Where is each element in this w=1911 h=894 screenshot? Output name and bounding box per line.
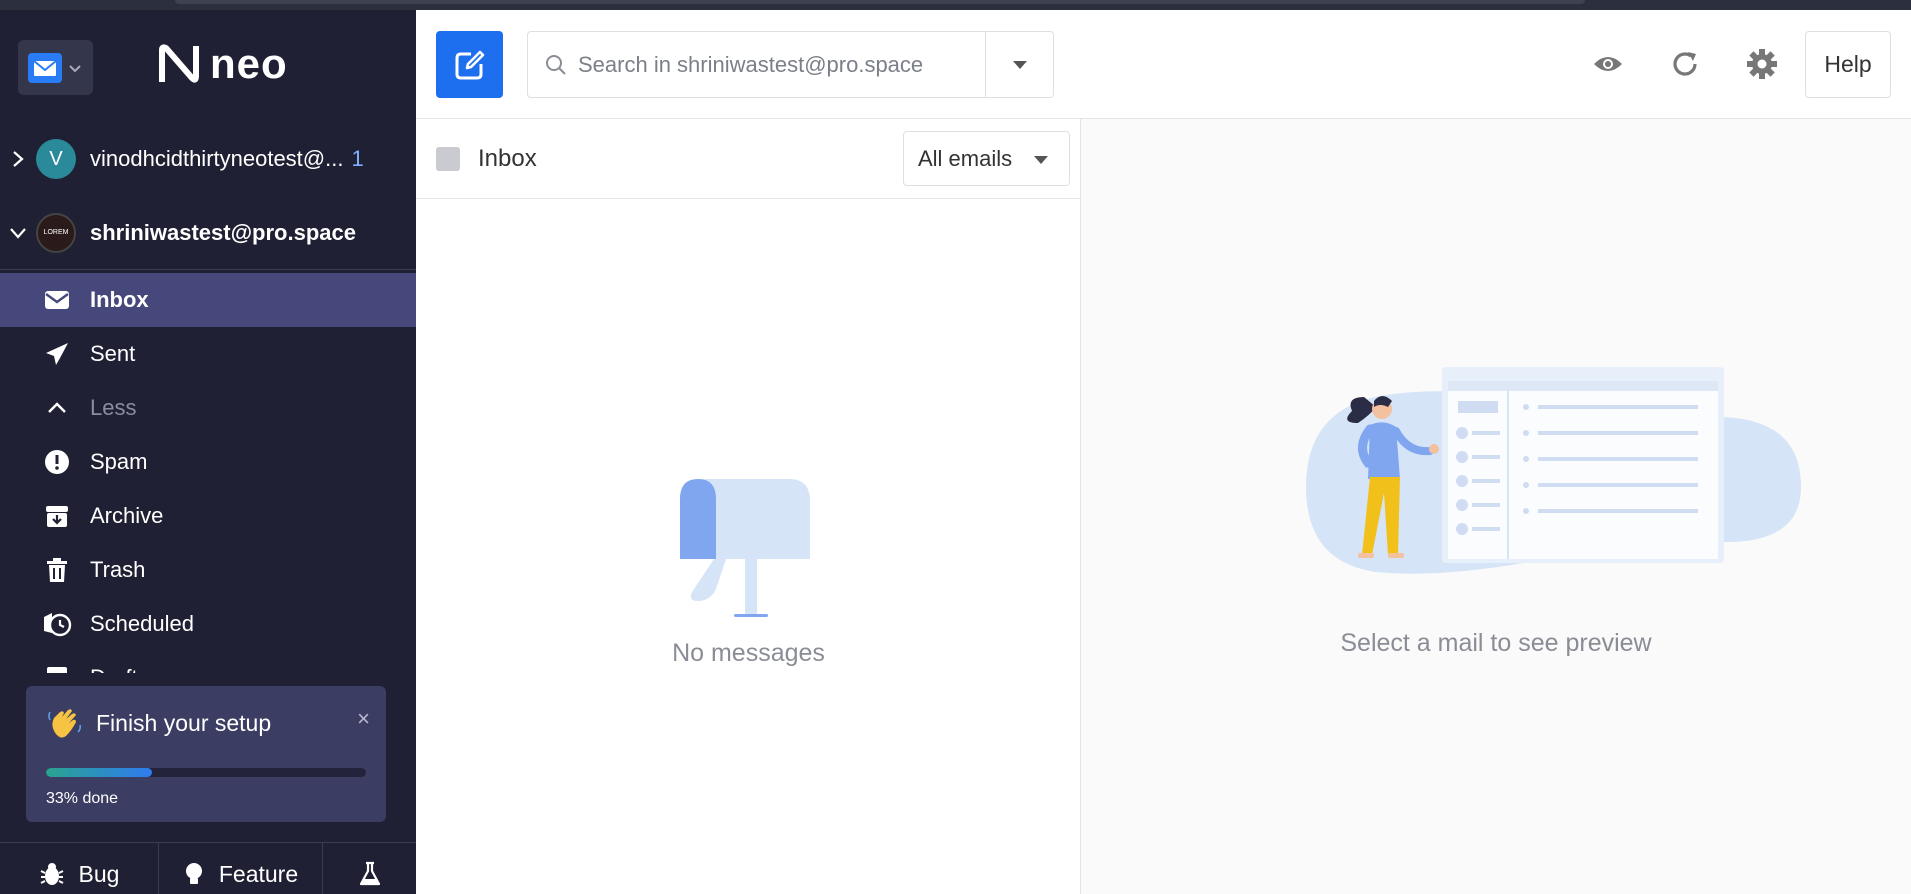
- browser-top-strip: [0, 0, 1911, 10]
- search-input[interactable]: Search in shriniwastest@pro.space: [578, 52, 985, 78]
- empty-list-message: No messages: [672, 639, 825, 667]
- bug-report-button[interactable]: Bug: [0, 843, 159, 894]
- setup-progress-label: 33% done: [46, 790, 119, 807]
- chevron-right-icon: [13, 151, 24, 167]
- account-row-vinodh[interactable]: V vinodhcidthirtyneotest@... 1: [0, 122, 416, 196]
- sidebar-item-drafts[interactable]: Drafts: [0, 651, 416, 673]
- preview-pane: Select a mail to see preview: [1081, 119, 1911, 894]
- app-switcher-button[interactable]: [18, 40, 93, 95]
- search-icon: [546, 54, 566, 75]
- preview-empty-message: Select a mail to see preview: [1340, 629, 1652, 657]
- logo-wordmark: neo: [210, 40, 288, 87]
- chevron-down-icon: [69, 64, 81, 72]
- bug-icon: [40, 863, 63, 885]
- chevron-down-icon: [10, 227, 26, 239]
- gear-icon[interactable]: [1745, 47, 1779, 81]
- sidebar-item-spam[interactable]: Spam: [0, 435, 416, 489]
- folder-list: Inbox Sent Less Spam Archive Trash Sched…: [0, 273, 416, 673]
- archive-icon: [42, 501, 72, 531]
- envelope-icon: [42, 285, 72, 315]
- feature-label: Feature: [218, 860, 299, 887]
- setup-progress-bar: [46, 768, 366, 777]
- sidebar-item-archive[interactable]: Archive: [0, 489, 416, 543]
- clock-icon: [42, 609, 72, 639]
- feedback-bar: Bug Feature: [0, 842, 416, 894]
- exclamation-icon: [42, 447, 72, 477]
- filter-value: All emails: [918, 145, 1013, 171]
- sidebar-item-less[interactable]: Less: [0, 381, 416, 435]
- folder-label: Trash: [90, 557, 146, 582]
- sidebar: neo V vinodhcidthirtyneotest@... 1 LOREM…: [0, 10, 416, 894]
- folder-label: Spam: [90, 449, 148, 474]
- folder-label: Sent: [90, 341, 136, 366]
- mail-list-header: Inbox All emails: [416, 119, 1081, 199]
- setup-progress-fill: [46, 768, 152, 777]
- folder-label: Scheduled: [90, 611, 194, 636]
- select-all-checkbox[interactable]: [436, 147, 460, 171]
- account-row-shriniwas[interactable]: LOREM shriniwastest@pro.space: [0, 196, 416, 270]
- trash-icon: [42, 555, 72, 585]
- sidebar-item-scheduled[interactable]: Scheduled: [0, 597, 416, 651]
- neo-logo-icon: [159, 44, 199, 83]
- compose-icon: [455, 50, 484, 79]
- avatar: V: [36, 139, 76, 179]
- search-options-dropdown[interactable]: [985, 32, 1053, 97]
- mail-app-icon: [28, 52, 62, 83]
- sidebar-item-inbox[interactable]: Inbox: [0, 273, 416, 327]
- neo-logo: neo: [156, 40, 288, 88]
- folder-label: Inbox: [90, 287, 149, 312]
- mail-list-pane: Inbox All emails No messages: [416, 119, 1081, 894]
- compose-button[interactable]: [436, 31, 503, 98]
- feature-request-button[interactable]: Feature: [159, 843, 323, 894]
- waving-hand-icon: [48, 709, 82, 738]
- folder-label: Drafts: [90, 665, 149, 673]
- toolbar: Search in shriniwastest@pro.space Help: [416, 10, 1911, 119]
- search-bar[interactable]: Search in shriniwastest@pro.space: [527, 31, 1054, 98]
- unread-count: 1: [351, 146, 364, 171]
- help-button[interactable]: Help: [1805, 31, 1891, 98]
- bug-label: Bug: [78, 860, 120, 887]
- setup-title: Finish your setup: [96, 710, 272, 736]
- account-email: vinodhcidthirtyneotest@...: [90, 146, 344, 171]
- chevron-up-icon: [42, 393, 72, 423]
- setup-card[interactable]: Finish your setup × 33% done: [26, 686, 386, 822]
- sidebar-item-trash[interactable]: Trash: [0, 543, 416, 597]
- paper-plane-icon: [42, 339, 72, 369]
- labs-button[interactable]: [323, 843, 416, 894]
- close-icon[interactable]: ×: [357, 706, 370, 732]
- flask-icon: [359, 861, 380, 886]
- browser-tab-edge: [175, 0, 1585, 4]
- draft-icon: [42, 663, 72, 673]
- folder-title: Inbox: [478, 145, 537, 172]
- eye-icon[interactable]: [1591, 47, 1625, 81]
- avatar: LOREM: [36, 212, 76, 253]
- sidebar-item-sent[interactable]: Sent: [0, 327, 416, 381]
- empty-mailbox-illustration: [680, 479, 810, 617]
- folder-label: Less: [90, 395, 137, 420]
- folder-label: Archive: [90, 503, 164, 528]
- caret-down-icon: [1012, 60, 1027, 69]
- refresh-icon[interactable]: [1668, 47, 1702, 81]
- lightbulb-icon: [185, 863, 202, 884]
- caret-down-icon: [1034, 156, 1048, 164]
- account-email: shriniwastest@pro.space: [90, 219, 356, 245]
- email-filter-dropdown[interactable]: All emails: [903, 131, 1070, 186]
- preview-illustration: [1306, 367, 1801, 574]
